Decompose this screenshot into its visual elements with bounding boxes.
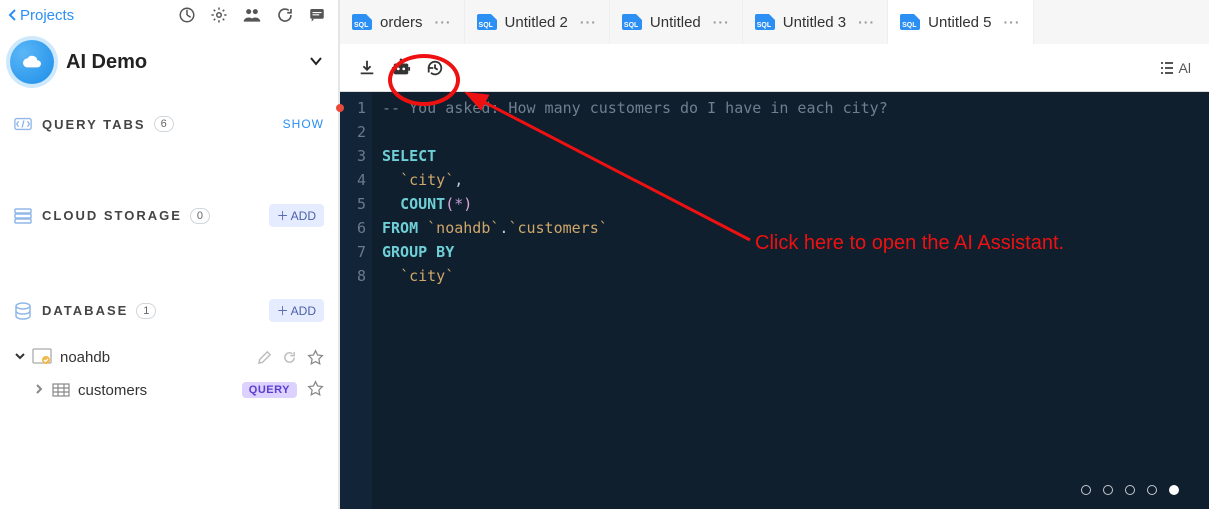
query-badge[interactable]: QUERY [242, 382, 297, 398]
download-icon[interactable] [358, 59, 376, 77]
sql-file-icon: SQL [900, 14, 920, 30]
tab-menu-icon[interactable]: ··· [576, 14, 601, 30]
table-icon [52, 383, 70, 397]
back-label: Projects [20, 7, 74, 24]
back-to-projects[interactable]: Projects [8, 7, 74, 24]
database-icon [32, 348, 52, 366]
database-name: noahdb [60, 349, 110, 366]
tab[interactable]: SQL Untitled 5 ··· [888, 0, 1033, 44]
database-section-label: DATABASE [42, 303, 128, 318]
list-icon [1159, 61, 1175, 75]
cloud-storage-icon [14, 208, 32, 224]
tab-label: Untitled 3 [783, 14, 846, 31]
tab-menu-icon[interactable]: ··· [431, 14, 456, 30]
query-tabs-icon [14, 117, 32, 131]
tab[interactable]: SQL Untitled ··· [610, 0, 743, 44]
query-tabs-count: 6 [154, 116, 174, 132]
pager-dot[interactable] [1125, 485, 1135, 495]
gear-icon[interactable] [210, 6, 228, 24]
database-add[interactable]: ＋ADD [269, 299, 324, 322]
sql-file-icon: SQL [352, 14, 372, 30]
sidebar: Projects AI Demo QUERY TABS 6 [0, 0, 340, 509]
tab-label: orders [380, 14, 423, 31]
chat-icon[interactable] [308, 6, 326, 24]
cloud-storage-add[interactable]: ＋ADD [269, 204, 324, 227]
tab-bar: SQL orders ··· SQL Untitled 2 ··· SQL Untitled ·… [340, 0, 1209, 44]
project-expand[interactable] [308, 53, 324, 72]
pager-dot[interactable] [1103, 485, 1113, 495]
code-editor[interactable]: 12345678 -- You asked: How many customer… [340, 92, 1209, 509]
database-count: 1 [136, 303, 156, 319]
project-avatar [10, 40, 54, 84]
sql-file-icon: SQL [477, 14, 497, 30]
refresh-icon[interactable] [282, 350, 297, 365]
table-name: customers [78, 382, 147, 399]
history-icon[interactable] [426, 59, 444, 77]
chevron-down-icon[interactable] [14, 349, 26, 365]
editor-toolbar: Al [340, 44, 1209, 92]
query-tabs-label: QUERY TABS [42, 117, 146, 132]
project-title: AI Demo [66, 51, 147, 74]
sql-file-icon: SQL [755, 14, 775, 30]
database-section-icon [14, 302, 32, 320]
pager-dot[interactable] [1169, 485, 1179, 495]
tab[interactable]: SQL Untitled 2 ··· [465, 0, 610, 44]
cloud-storage-label: CLOUD STORAGE [42, 208, 182, 223]
query-tabs-show[interactable]: SHOW [283, 117, 324, 131]
tab-label: Untitled [650, 14, 701, 31]
sql-file-icon: SQL [622, 14, 642, 30]
tab[interactable]: SQL Untitled 3 ··· [743, 0, 888, 44]
pager-dot[interactable] [1147, 485, 1157, 495]
cloud-icon [21, 53, 43, 71]
star-icon[interactable] [307, 349, 324, 366]
database-item[interactable]: noahdb [0, 340, 338, 374]
ai-assistant-icon[interactable] [390, 58, 412, 78]
pager-dot[interactable] [1081, 485, 1091, 495]
tab-menu-icon[interactable]: ··· [1000, 14, 1025, 30]
toolbar-right-button[interactable]: Al [1159, 60, 1191, 76]
refresh-icon[interactable] [276, 6, 294, 24]
edit-icon[interactable] [257, 350, 272, 365]
tab-menu-icon[interactable]: ··· [854, 14, 879, 30]
pager-dots [1081, 485, 1179, 495]
main-panel: SQL orders ··· SQL Untitled 2 ··· SQL Untitled ·… [340, 0, 1209, 509]
tab-menu-icon[interactable]: ··· [709, 14, 734, 30]
tab[interactable]: SQL orders ··· [340, 0, 465, 44]
tab-label: Untitled 5 [928, 14, 991, 31]
chevron-right-icon[interactable] [34, 382, 44, 398]
table-item[interactable]: customers QUERY [0, 374, 338, 406]
chevron-left-icon [8, 8, 18, 22]
tab-label: Untitled 2 [505, 14, 568, 31]
star-icon[interactable] [307, 380, 324, 400]
dashboard-icon[interactable] [178, 6, 196, 24]
users-icon[interactable] [242, 6, 262, 24]
cloud-storage-count: 0 [190, 208, 210, 224]
